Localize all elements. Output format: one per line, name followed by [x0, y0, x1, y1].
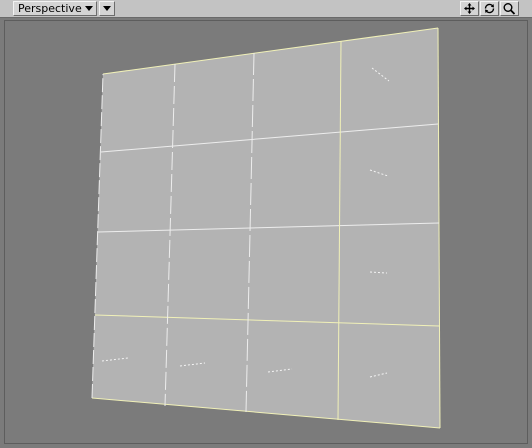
perspective-viewport[interactable]: Perspective [0, 0, 532, 448]
mesh-scene[interactable] [0, 0, 532, 448]
